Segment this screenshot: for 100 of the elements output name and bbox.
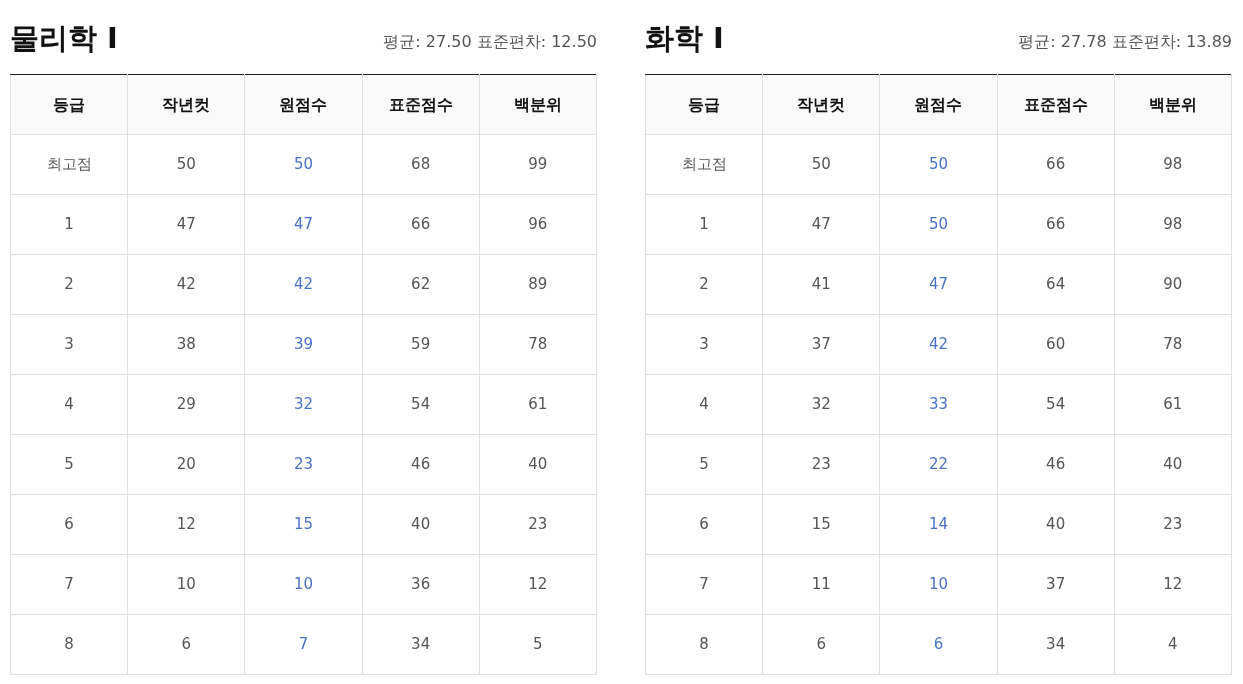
subject-title: 물리학 Ⅰ [10, 21, 118, 53]
table-cell: 34 [997, 614, 1115, 675]
table-cell: 41 [762, 254, 880, 315]
table-cell: 1 [10, 194, 128, 255]
table-cell: 50 [879, 194, 998, 255]
table-cell: 39 [244, 314, 363, 375]
table-cell: 23 [479, 494, 597, 555]
table-cell: 23 [762, 434, 880, 495]
table-cell: 61 [1114, 374, 1232, 435]
stats-text: 평균: 27.50 표준편차: 12.50 [383, 31, 597, 53]
table-cell: 40 [362, 494, 480, 555]
table-cell: 37 [762, 314, 880, 375]
table-cell: 6 [762, 614, 880, 675]
table-cell: 5 [645, 434, 763, 495]
table-cell: 7 [10, 554, 128, 615]
table-cell: 34 [362, 614, 480, 675]
table-cell: 12 [127, 494, 245, 555]
table-cell: 6 [10, 494, 128, 555]
table-cell: 62 [362, 254, 480, 315]
table-cell: 78 [1114, 314, 1232, 375]
table-cell: 10 [127, 554, 245, 615]
column-header: 작년컷 [762, 74, 880, 135]
table-cell: 90 [1114, 254, 1232, 315]
table-cell: 33 [879, 374, 998, 435]
table-cell: 12 [479, 554, 597, 615]
table-cell: 11 [762, 554, 880, 615]
table-cell: 38 [127, 314, 245, 375]
table-cell: 1 [645, 194, 763, 255]
table-cell: 68 [362, 134, 480, 195]
table-cell: 47 [127, 194, 245, 255]
table-cell: 4 [1114, 614, 1232, 675]
table-cell: 66 [362, 194, 480, 255]
column-header: 백분위 [1114, 74, 1232, 135]
table-cell: 22 [879, 434, 998, 495]
table-cell: 61 [479, 374, 597, 435]
table-cell: 4 [10, 374, 128, 435]
table-cell: 50 [244, 134, 363, 195]
table-cell: 50 [762, 134, 880, 195]
table-cell: 8 [645, 614, 763, 675]
table-cell: 98 [1114, 194, 1232, 255]
table-cell: 2 [10, 254, 128, 315]
table-cell: 23 [1114, 494, 1232, 555]
table-cell: 54 [997, 374, 1115, 435]
table-cell: 47 [879, 254, 998, 315]
table-cell: 32 [244, 374, 363, 435]
table-cell: 46 [997, 434, 1115, 495]
table-cell: 60 [997, 314, 1115, 375]
table-cell: 59 [362, 314, 480, 375]
table-cell: 3 [10, 314, 128, 375]
table-cell: 42 [127, 254, 245, 315]
table-cell: 66 [997, 194, 1115, 255]
table-cell: 50 [127, 134, 245, 195]
table-cell: 37 [997, 554, 1115, 615]
table-cell: 42 [879, 314, 998, 375]
table-cell: 10 [244, 554, 363, 615]
table-cell: 40 [1114, 434, 1232, 495]
table-cell: 8 [10, 614, 128, 675]
subject-title: 화학 Ⅰ [645, 21, 724, 53]
table-cell: 7 [645, 554, 763, 615]
table-cell: 7 [244, 614, 363, 675]
column-header: 등급 [645, 74, 763, 135]
table-cell: 29 [127, 374, 245, 435]
table-cell: 47 [762, 194, 880, 255]
table-cell: 40 [997, 494, 1115, 555]
column-header: 원점수 [244, 74, 363, 135]
table-cell: 54 [362, 374, 480, 435]
table-cell: 23 [244, 434, 363, 495]
table-cell: 2 [645, 254, 763, 315]
table-cell: 47 [244, 194, 363, 255]
column-header: 표준점수 [997, 74, 1115, 135]
table-cell: 6 [645, 494, 763, 555]
table-cell: 99 [479, 134, 597, 195]
stats-text: 평균: 27.78 표준편차: 13.89 [1018, 31, 1232, 53]
table-cell: 50 [879, 134, 998, 195]
table-cell: 12 [1114, 554, 1232, 615]
column-header: 등급 [10, 74, 128, 135]
table-cell: 96 [479, 194, 597, 255]
table-cell: 32 [762, 374, 880, 435]
table-cell: 15 [244, 494, 363, 555]
table-cell: 10 [879, 554, 998, 615]
table-cell: 40 [479, 434, 597, 495]
table-cell: 66 [997, 134, 1115, 195]
table-cell: 5 [10, 434, 128, 495]
table-cell: 6 [127, 614, 245, 675]
table-cell: 98 [1114, 134, 1232, 195]
table-cell: 42 [244, 254, 363, 315]
table-cell: 15 [762, 494, 880, 555]
table-cell: 14 [879, 494, 998, 555]
table-cell: 36 [362, 554, 480, 615]
table-cell: 46 [362, 434, 480, 495]
table-cell: 5 [479, 614, 597, 675]
table-cell: 최고점 [10, 134, 128, 195]
table-cell: 89 [479, 254, 597, 315]
column-header: 작년컷 [127, 74, 245, 135]
column-header: 원점수 [879, 74, 998, 135]
table-cell: 78 [479, 314, 597, 375]
column-header: 백분위 [479, 74, 597, 135]
table-cell: 최고점 [645, 134, 763, 195]
column-header: 표준점수 [362, 74, 480, 135]
table-cell: 6 [879, 614, 998, 675]
